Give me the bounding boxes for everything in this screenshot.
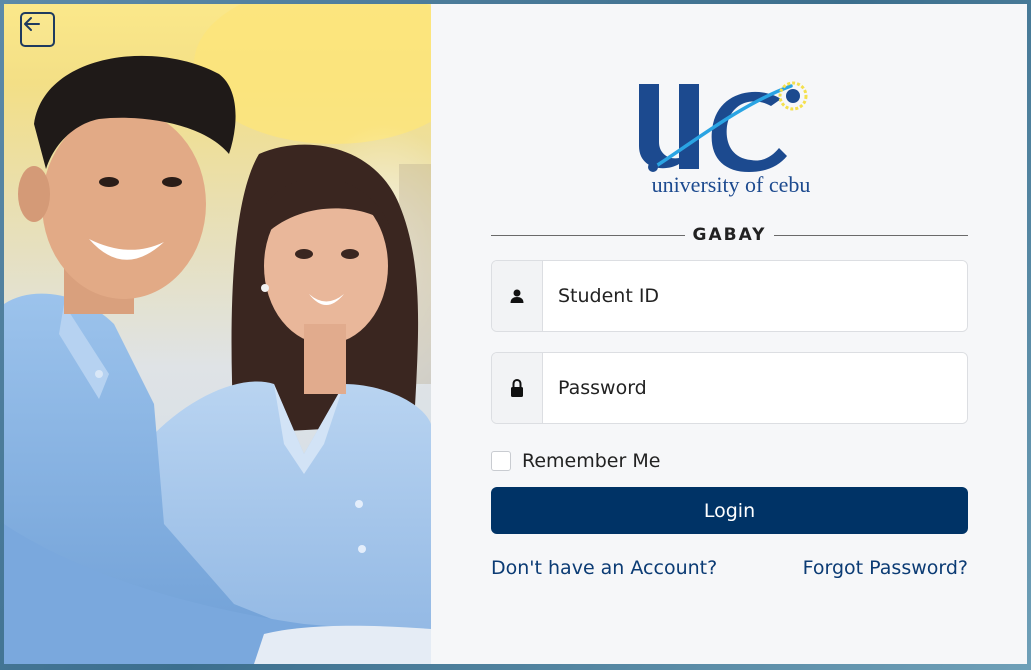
student-id-field	[491, 260, 968, 332]
students-illustration	[4, 4, 431, 664]
logo-wordmark: university of cebu	[652, 172, 811, 197]
login-button[interactable]: Login	[491, 487, 968, 534]
user-icon	[510, 289, 524, 303]
arrow-left-icon	[24, 17, 40, 31]
section-title: GABAY	[692, 225, 767, 245]
lock-icon	[511, 378, 523, 397]
remember-me-row: Remember Me	[491, 449, 660, 473]
remember-me-label[interactable]: Remember Me	[522, 450, 660, 472]
password-input[interactable]	[543, 353, 967, 423]
login-window: university of cebu GABAY Student ID Reme…	[4, 4, 1027, 664]
university-logo: university of cebu	[639, 81, 811, 197]
divider-line-left	[491, 234, 685, 236]
hero-photo	[4, 4, 431, 664]
remember-me-checkbox[interactable]	[491, 451, 511, 471]
login-form-panel: university of cebu GABAY Student ID Reme…	[431, 4, 1027, 664]
password-field	[491, 352, 968, 424]
section-divider: GABAY	[491, 224, 969, 246]
forgot-password-link[interactable]: Forgot Password?	[803, 557, 968, 579]
student-id-input[interactable]	[543, 261, 967, 331]
password-addon	[492, 353, 543, 423]
register-link[interactable]: Don't have an Account?	[491, 557, 717, 579]
student-id-addon	[492, 261, 543, 331]
divider-line-right	[774, 234, 969, 236]
back-button[interactable]	[20, 12, 55, 47]
